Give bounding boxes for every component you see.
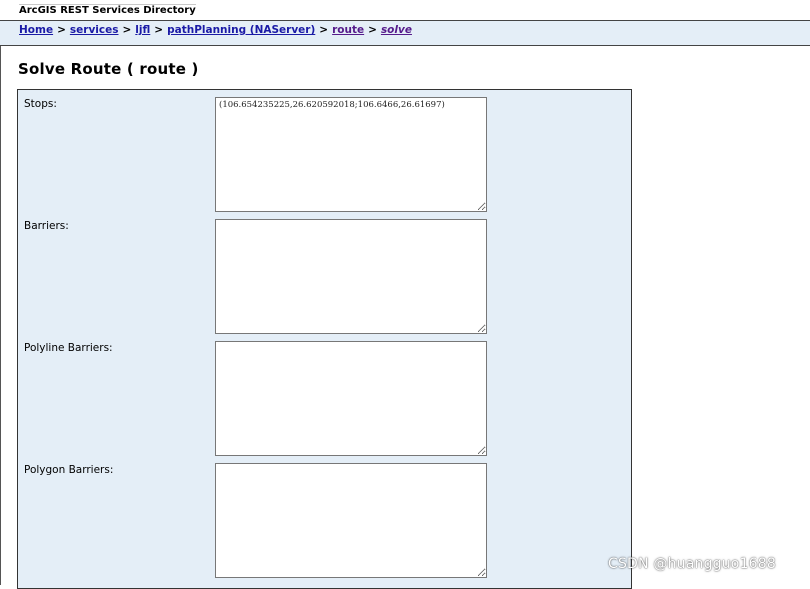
breadcrumb-separator: > <box>154 24 164 36</box>
stops-input[interactable]: (106.654235225,26.620592018;106.6466,26.… <box>215 97 487 212</box>
polyline-barriers-input[interactable] <box>215 341 487 456</box>
breadcrumb-solve-link[interactable]: solve <box>381 24 412 36</box>
polygon-barriers-label: Polygon Barriers: <box>24 464 114 476</box>
stops-label: Stops: <box>24 98 57 110</box>
directory-title: ArcGIS REST Services Directory <box>19 4 196 16</box>
breadcrumb-pathplanning-link[interactable]: pathPlanning (NAServer) <box>167 24 315 36</box>
breadcrumb-services-link[interactable]: services <box>70 24 119 36</box>
barriers-input[interactable] <box>215 219 487 334</box>
breadcrumb-separator: > <box>319 24 329 36</box>
breadcrumb-separator: > <box>57 24 66 36</box>
polyline-barriers-label: Polyline Barriers: <box>24 342 113 354</box>
breadcrumb-route-link[interactable]: route <box>332 24 364 36</box>
solve-form: Stops: (106.654235225,26.620592018;106.6… <box>17 89 632 589</box>
breadcrumb-separator: > <box>122 24 132 36</box>
breadcrumb-ljfl-link[interactable]: ljfl <box>135 24 150 36</box>
breadcrumb-home-link[interactable]: Home <box>19 24 53 36</box>
left-border <box>0 46 1 585</box>
breadcrumb-separator: > <box>368 24 377 36</box>
csdn-watermark: CSDN @huangguo1688 <box>608 556 777 572</box>
page-title: Solve Route ( route ) <box>18 60 199 78</box>
polygon-barriers-input[interactable] <box>215 463 487 578</box>
breadcrumb: Home > services > ljfl > pathPlanning (NAServe… <box>0 20 810 46</box>
barriers-label: Barriers: <box>24 220 69 232</box>
